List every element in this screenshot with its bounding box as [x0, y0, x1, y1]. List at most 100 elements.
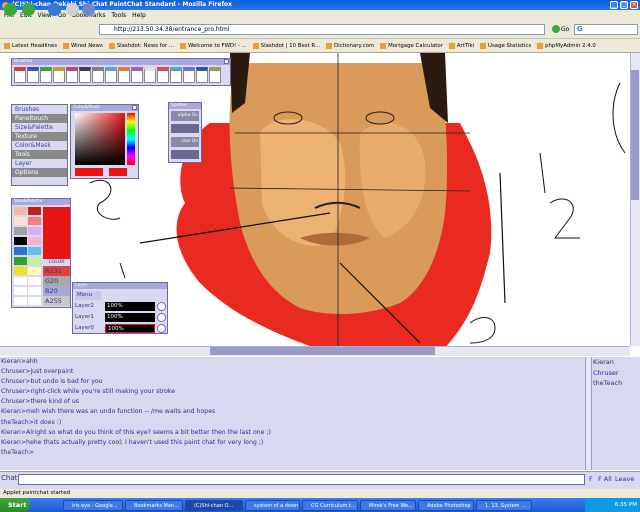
- splitter-title[interactable]: Splitter: [169, 103, 201, 109]
- menu-color-mask[interactable]: Color&Mask: [12, 141, 67, 150]
- ink-icon[interactable]: [79, 67, 91, 83]
- smudge-icon[interactable]: [92, 67, 104, 83]
- palette-swatch[interactable]: [14, 237, 27, 245]
- reload-icon[interactable]: [48, 3, 61, 16]
- red-value[interactable]: R231: [43, 266, 70, 276]
- palette-swatch[interactable]: [14, 277, 27, 285]
- start-button[interactable]: Start: [0, 498, 30, 512]
- layer-visibility-icon[interactable]: [157, 313, 166, 322]
- bookmark-item[interactable]: phpMyAdmin 2.4.0: [537, 39, 596, 52]
- url-field[interactable]: http://213.50.34.38/entrance_pro.html: [99, 24, 545, 35]
- hue-slider[interactable]: [127, 113, 135, 165]
- brush-icon[interactable]: [27, 67, 39, 83]
- palette-swatch[interactable]: [14, 257, 27, 265]
- palette-swatch[interactable]: [28, 297, 41, 305]
- canvas-vscroll-thumb[interactable]: [631, 70, 639, 200]
- menu-tools[interactable]: Tools: [12, 150, 67, 159]
- pencil-icon[interactable]: [40, 67, 52, 83]
- palette-swatch[interactable]: [28, 267, 41, 275]
- layer-opacity[interactable]: 100%: [105, 313, 155, 322]
- marker-icon[interactable]: [66, 67, 78, 83]
- go-icon[interactable]: [552, 25, 560, 33]
- alpha-value[interactable]: A255: [43, 296, 70, 306]
- palette-swatch[interactable]: [28, 237, 41, 245]
- f-all-button[interactable]: F All: [598, 474, 612, 485]
- palette-swatch[interactable]: [28, 217, 41, 225]
- blur-icon[interactable]: [105, 67, 117, 83]
- menu-paneltouch[interactable]: Paneltouch: [12, 114, 67, 123]
- soft-brush-icon[interactable]: [131, 67, 143, 83]
- user-item[interactable]: Chruser: [592, 368, 640, 379]
- palette-swatch[interactable]: [14, 247, 27, 255]
- user-item[interactable]: theTeach: [592, 378, 640, 389]
- size-toggle[interactable]: size On: [171, 137, 199, 147]
- search-input[interactable]: G: [574, 24, 638, 35]
- menu-brushes[interactable]: Brushes: [12, 105, 67, 114]
- bookmark-item[interactable]: Wired News: [62, 39, 103, 52]
- palette-swatch[interactable]: [28, 287, 41, 295]
- go-label[interactable]: Go: [561, 26, 569, 33]
- leave-button[interactable]: Leave: [615, 474, 634, 485]
- eraser-icon[interactable]: [144, 67, 156, 83]
- chat-input[interactable]: [18, 474, 585, 485]
- layer-menu-button[interactable]: Menu: [75, 291, 101, 300]
- menu-help[interactable]: Help: [132, 12, 146, 19]
- alpha-toggle[interactable]: alpha On: [171, 111, 199, 121]
- taskbar-item[interactable]: system of a down: [245, 500, 300, 511]
- layer-opacity[interactable]: 100%: [105, 324, 155, 333]
- palette-swatch[interactable]: [14, 207, 27, 215]
- palette-swatch[interactable]: [28, 227, 41, 235]
- palette-swatch[interactable]: [28, 277, 41, 285]
- clock[interactable]: 6:35 PM: [615, 502, 637, 508]
- bookmark-item[interactable]: Latest Headlines: [4, 39, 57, 52]
- bookmark-item[interactable]: Welcome to FWD! - ...: [179, 39, 247, 52]
- green-value[interactable]: G20: [43, 276, 70, 286]
- alpha-slider[interactable]: [171, 124, 199, 133]
- bookmark-item[interactable]: Slashdot: News for ...: [108, 39, 174, 52]
- menu-layer[interactable]: Layer: [12, 159, 67, 168]
- layer-panel-title[interactable]: Layer: [73, 283, 167, 289]
- bookmark-item[interactable]: ArtTiki: [448, 39, 474, 52]
- size-slider[interactable]: [171, 150, 199, 159]
- layer-opacity[interactable]: 100%: [105, 302, 155, 311]
- menu-options[interactable]: Options: [12, 168, 67, 177]
- texture-brush-icon[interactable]: [209, 67, 221, 83]
- palette-swatch[interactable]: [14, 217, 27, 225]
- fill-icon[interactable]: [157, 67, 169, 83]
- stop-icon[interactable]: [66, 3, 79, 16]
- palette-swatch[interactable]: [28, 207, 41, 215]
- taskbar-item[interactable]: 1. 13..System ...: [476, 500, 532, 511]
- minimize-icon[interactable]: _: [610, 1, 618, 9]
- color-mask-title[interactable]: Color&Mask: [71, 105, 138, 111]
- mask-color-swatch[interactable]: [109, 168, 127, 176]
- bookmark-item[interactable]: Dictionary.com: [326, 39, 374, 52]
- blue-value[interactable]: B20: [43, 286, 70, 296]
- brushes-panel-title[interactable]: Brushes: [12, 59, 230, 65]
- watercolor-icon[interactable]: [118, 67, 130, 83]
- taskbar-item[interactable]: (C)Shi-chan O...: [185, 500, 243, 511]
- bookmark-item[interactable]: Usage Statistics: [480, 39, 531, 52]
- palette-swatch[interactable]: [14, 267, 27, 275]
- bookmark-item[interactable]: Slashdot | 10 Best R...: [252, 39, 320, 52]
- back-icon[interactable]: [4, 3, 17, 16]
- f-button[interactable]: F: [589, 474, 593, 485]
- color-picker-square[interactable]: [75, 113, 125, 165]
- window-titlebar[interactable]: (C)Shi-chan Oekaki Shi-Chat PaintChat St…: [0, 0, 640, 10]
- user-item[interactable]: Kieran: [592, 357, 640, 368]
- taskbar-item[interactable]: Adobe Photoshop: [418, 500, 474, 511]
- airbrush-icon[interactable]: [53, 67, 65, 83]
- layer-name[interactable]: Layer2: [75, 302, 105, 311]
- taskbar-item[interactable]: CG Curriculum.t...: [302, 500, 358, 511]
- palette-swatch[interactable]: [14, 287, 27, 295]
- home-icon[interactable]: [82, 3, 95, 16]
- close-icon[interactable]: [224, 59, 229, 64]
- layer-visibility-icon[interactable]: [157, 324, 166, 333]
- palette-swatch[interactable]: [14, 227, 27, 235]
- pen-icon[interactable]: [14, 67, 26, 83]
- close-icon[interactable]: ×: [630, 1, 638, 9]
- taskbar-item[interactable]: Mirek's Free We...: [360, 500, 416, 511]
- bookmark-item[interactable]: Mortgage Calculator: [380, 39, 443, 52]
- smear-icon[interactable]: [170, 67, 182, 83]
- layer-name[interactable]: Layer0: [75, 324, 105, 333]
- palette-swatch[interactable]: [28, 247, 41, 255]
